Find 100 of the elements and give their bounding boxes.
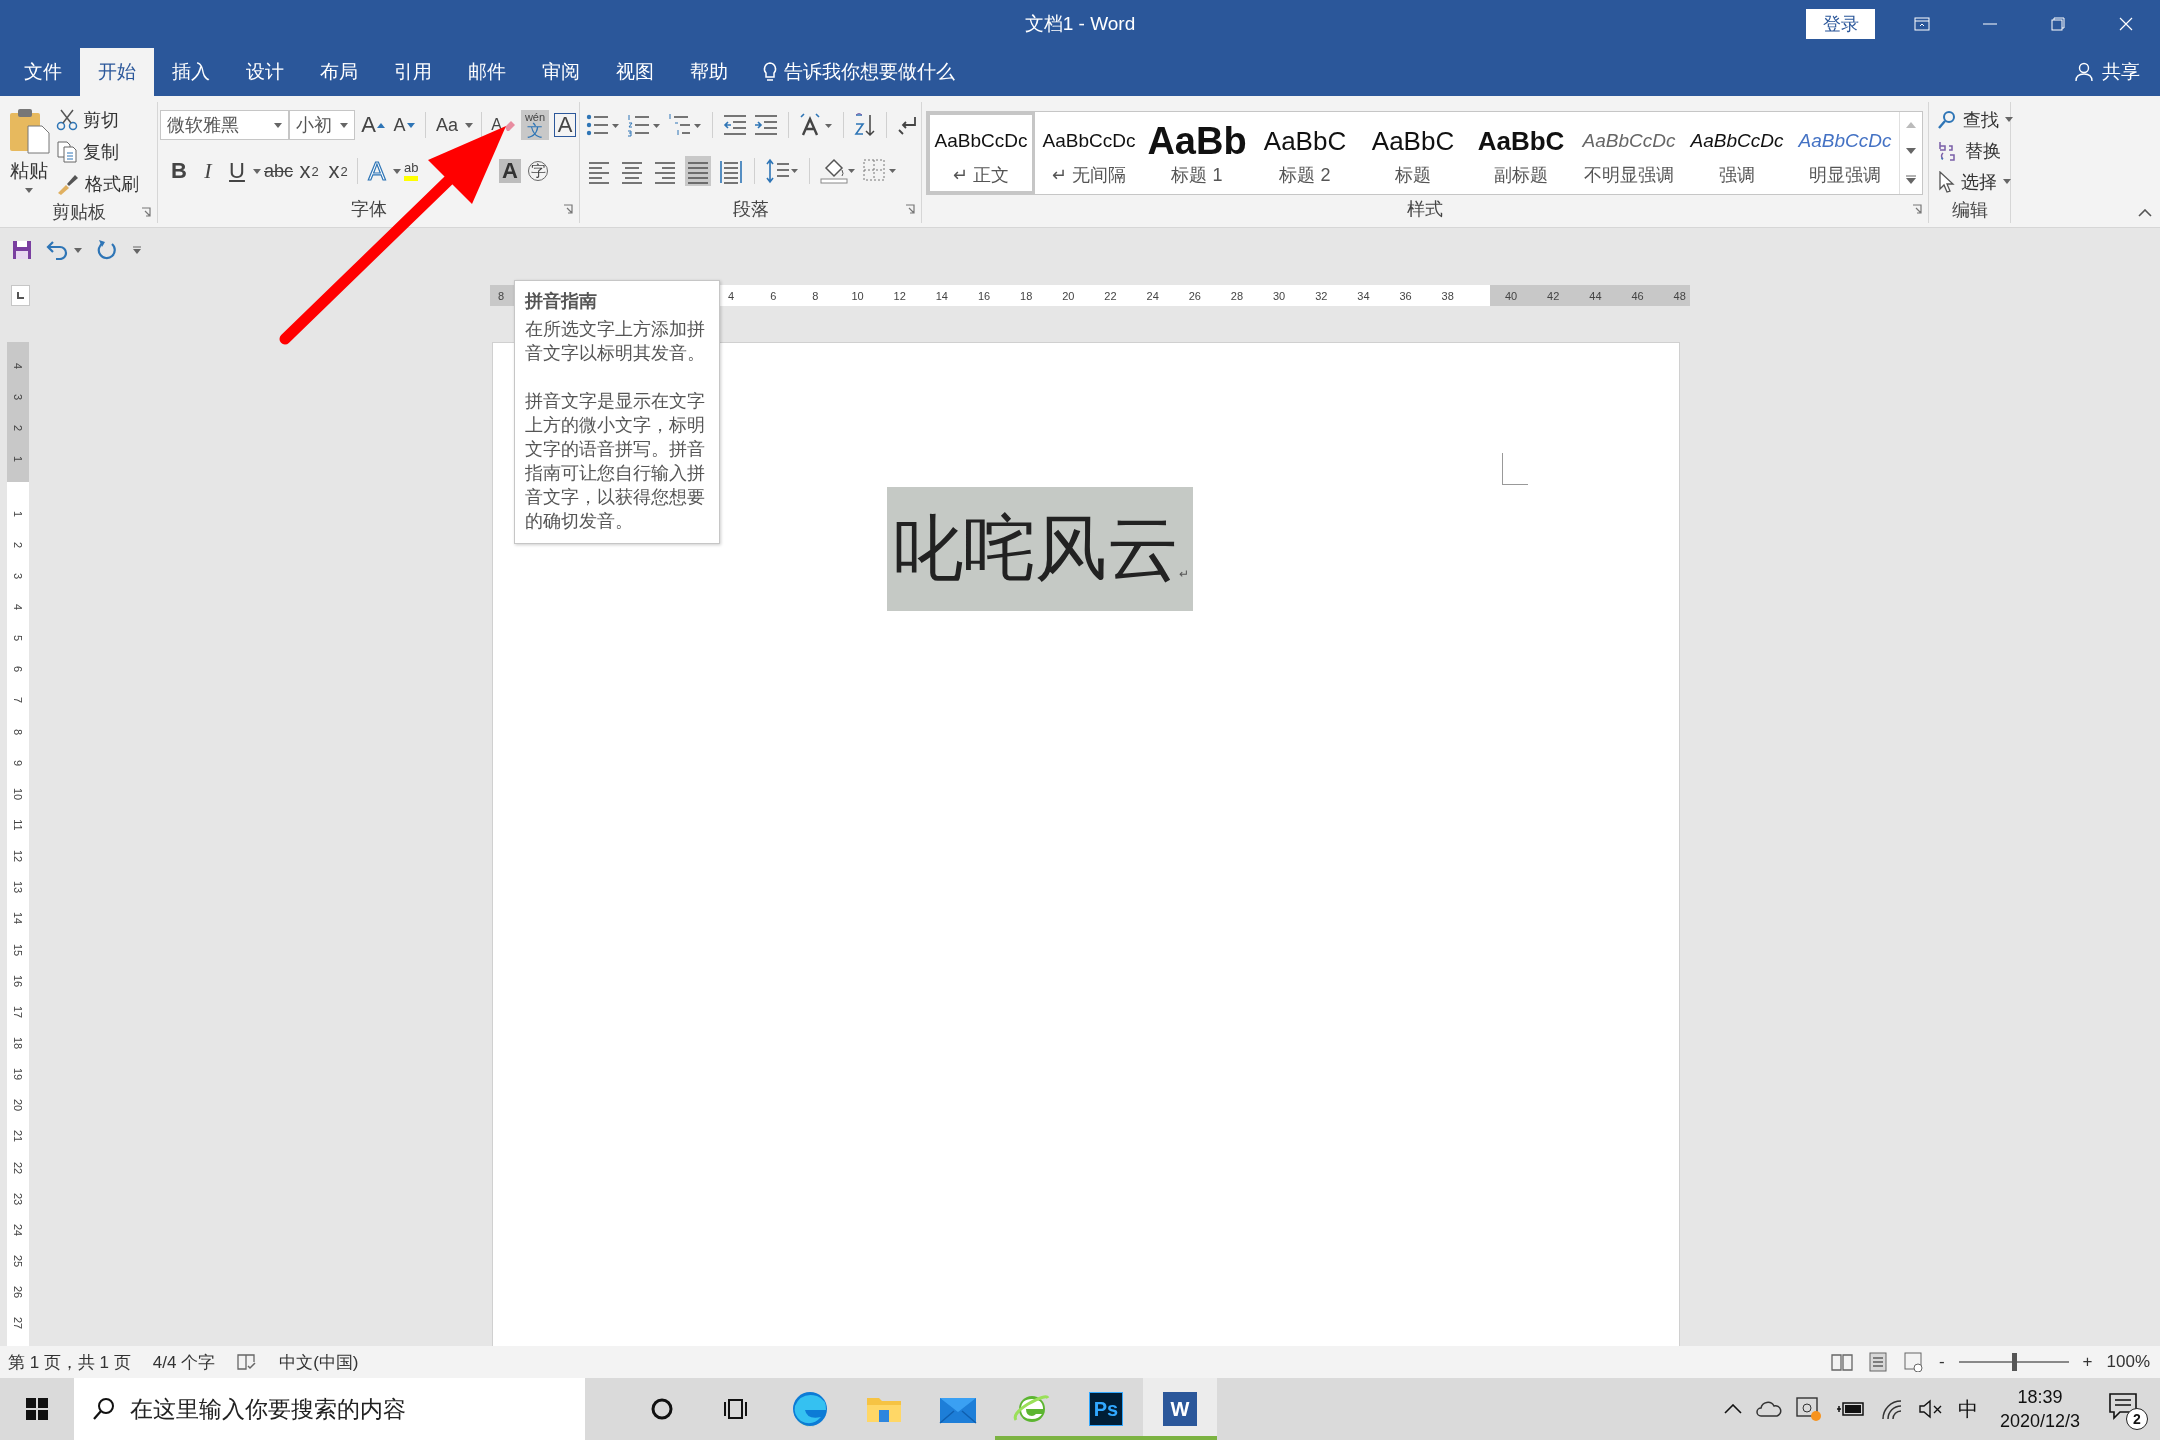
cloud-icon[interactable] bbox=[1755, 1400, 1782, 1418]
web-layout-icon[interactable] bbox=[1902, 1352, 1925, 1372]
caret-icon[interactable] bbox=[465, 122, 473, 128]
language-indicator[interactable]: 中文(中国) bbox=[279, 1350, 359, 1374]
tab-selector[interactable] bbox=[11, 285, 30, 306]
ribbon-tab[interactable]: 视图 bbox=[598, 48, 672, 96]
caret-icon[interactable] bbox=[2005, 117, 2013, 122]
battery-icon[interactable] bbox=[1835, 1401, 1866, 1417]
ribbon-tab[interactable]: 开始 bbox=[80, 48, 154, 96]
caret-icon[interactable] bbox=[393, 168, 402, 174]
painter-button[interactable]: 格式刷 bbox=[56, 168, 139, 200]
print-layout-icon[interactable] bbox=[1866, 1352, 1889, 1372]
sort-icon[interactable] bbox=[854, 113, 876, 137]
photoshop-icon[interactable]: Ps bbox=[1089, 1392, 1123, 1426]
ruler-number: 25 bbox=[12, 1254, 24, 1268]
dialog-launcher-icon[interactable] bbox=[563, 204, 573, 214]
style-item[interactable]: AaBbCcDc 强调 bbox=[1683, 112, 1791, 194]
bold-button[interactable]: B bbox=[166, 156, 192, 186]
scroll-down-icon[interactable] bbox=[1906, 148, 1916, 155]
style-item[interactable]: AaBbCcDc ↵ 无间隔 bbox=[1035, 112, 1143, 194]
zoom-out-button[interactable]: - bbox=[1938, 1352, 1945, 1372]
caret-icon[interactable] bbox=[2003, 179, 2011, 184]
decrease-indent-icon[interactable] bbox=[723, 113, 747, 137]
style-item[interactable]: AaBbC 标题 2 bbox=[1251, 112, 1359, 194]
style-item[interactable]: AaBbC 副标题 bbox=[1467, 112, 1575, 194]
circle-icon[interactable] bbox=[650, 1397, 674, 1421]
sync-monitor-icon[interactable] bbox=[1795, 1396, 1822, 1422]
highlight-button[interactable]: ab bbox=[404, 156, 423, 186]
grow-font-button[interactable]: A bbox=[360, 110, 386, 140]
character-border-button[interactable]: A bbox=[554, 113, 576, 137]
text-direction-icon[interactable] bbox=[799, 113, 833, 137]
multilevel-list-icon[interactable] bbox=[668, 113, 702, 137]
numbered-list-icon[interactable] bbox=[627, 113, 661, 137]
taskbar-search-field[interactable]: 在这里输入你要搜索的内容 bbox=[74, 1378, 585, 1440]
caret-icon[interactable] bbox=[253, 168, 261, 174]
italic-button[interactable]: I bbox=[195, 156, 221, 186]
style-item[interactable]: AaBbC 标题 bbox=[1359, 112, 1467, 194]
font-size-field[interactable]: 小初 bbox=[289, 110, 355, 140]
page-count[interactable]: 第 1 页，共 1 页 bbox=[8, 1350, 131, 1374]
edge-browser-icon[interactable] bbox=[791, 1390, 829, 1428]
caret-icon[interactable] bbox=[74, 247, 82, 253]
style-item[interactable]: AaBbCcDc 明显强调 bbox=[1791, 112, 1899, 194]
customize-toolbar-icon[interactable] bbox=[132, 246, 142, 254]
replace-button[interactable]: 替换 bbox=[1965, 138, 2001, 163]
copy-button[interactable]: 复制 bbox=[56, 136, 139, 168]
ribbon-tab[interactable]: 插入 bbox=[154, 48, 228, 96]
volume-muted-icon[interactable] bbox=[1917, 1398, 1944, 1420]
underline-button[interactable]: U bbox=[224, 156, 250, 186]
ribbon-tab[interactable]: 文件 bbox=[6, 48, 80, 96]
proofing-icon[interactable] bbox=[237, 1353, 258, 1371]
zoom-level[interactable]: 100% bbox=[2106, 1352, 2150, 1372]
input-method-indicator[interactable]: 中 bbox=[1957, 1395, 1978, 1423]
ribbon-tab[interactable]: 邮件 bbox=[450, 48, 524, 96]
find-button[interactable]: 查找 bbox=[1963, 107, 1999, 132]
share-button[interactable]: 共享 bbox=[2102, 59, 2140, 85]
ribbon-tab[interactable]: 布局 bbox=[302, 48, 376, 96]
ruler-number: 4 bbox=[12, 362, 24, 369]
more-icon[interactable] bbox=[1906, 174, 1916, 184]
ribbon-tab[interactable]: 引用 bbox=[376, 48, 450, 96]
paint-bucket-icon[interactable] bbox=[820, 158, 856, 184]
select-button[interactable]: 选择 bbox=[1961, 169, 1997, 194]
ruler-number: 12 bbox=[12, 850, 24, 863]
tell-me-search[interactable]: 告诉我你想要做什么 bbox=[784, 59, 955, 85]
ribbon-tab[interactable]: 审阅 bbox=[524, 48, 598, 96]
chevron-up-icon[interactable] bbox=[1723, 1404, 1742, 1414]
windows-logo-icon[interactable] bbox=[26, 1398, 48, 1420]
increase-indent-icon[interactable] bbox=[754, 113, 778, 137]
character-shading-button[interactable]: A bbox=[499, 159, 522, 183]
task-view-icon[interactable] bbox=[723, 1397, 749, 1421]
ribbon-tab[interactable]: 设计 bbox=[228, 48, 302, 96]
style-item[interactable]: AaBbCcDc ↵ 正文 bbox=[927, 112, 1035, 194]
dialog-launcher-icon[interactable] bbox=[905, 204, 915, 214]
ribbon-tab[interactable]: 帮助 bbox=[672, 48, 746, 96]
paragraph-marks-icon[interactable] bbox=[897, 114, 919, 136]
read-mode-icon[interactable] bbox=[1830, 1352, 1853, 1372]
phonetic-guide-button[interactable]: wén 文 bbox=[521, 110, 549, 140]
sign-in-button[interactable]: 登录 bbox=[1806, 9, 1875, 39]
strikethrough-button[interactable]: abc bbox=[264, 156, 294, 186]
dialog-launcher-icon[interactable] bbox=[1912, 204, 1922, 214]
change-case-button[interactable]: Aa bbox=[434, 110, 460, 140]
shrink-font-button[interactable]: A bbox=[391, 110, 417, 140]
style-item[interactable]: AaBb 标题 1 bbox=[1143, 112, 1251, 194]
collapse-ribbon-icon[interactable] bbox=[2138, 209, 2152, 217]
word-icon[interactable]: W bbox=[1163, 1392, 1197, 1426]
redo-icon[interactable] bbox=[96, 239, 118, 261]
zoom-in-button[interactable]: + bbox=[2082, 1352, 2093, 1372]
style-item[interactable]: AaBbCcDc 不明显强调 bbox=[1575, 112, 1683, 194]
undo-icon[interactable] bbox=[46, 240, 68, 260]
paste-button[interactable]: 粘贴 bbox=[0, 102, 56, 200]
clock[interactable]: 18:39 2020/12/3 bbox=[1999, 1385, 2080, 1433]
save-icon[interactable] bbox=[12, 240, 32, 260]
justify-icon[interactable] bbox=[685, 156, 711, 186]
wifi-icon[interactable] bbox=[1879, 1398, 1904, 1420]
cut-button[interactable]: 剪切 bbox=[56, 104, 139, 136]
word-count[interactable]: 4/4 个字 bbox=[152, 1350, 216, 1374]
bullet-list-icon[interactable] bbox=[586, 113, 620, 137]
line-spacing-icon[interactable] bbox=[765, 158, 799, 184]
dialog-launcher-icon[interactable] bbox=[141, 207, 151, 217]
borders-icon[interactable] bbox=[863, 158, 897, 184]
font-name-field[interactable]: 微软雅黑 bbox=[160, 110, 289, 140]
